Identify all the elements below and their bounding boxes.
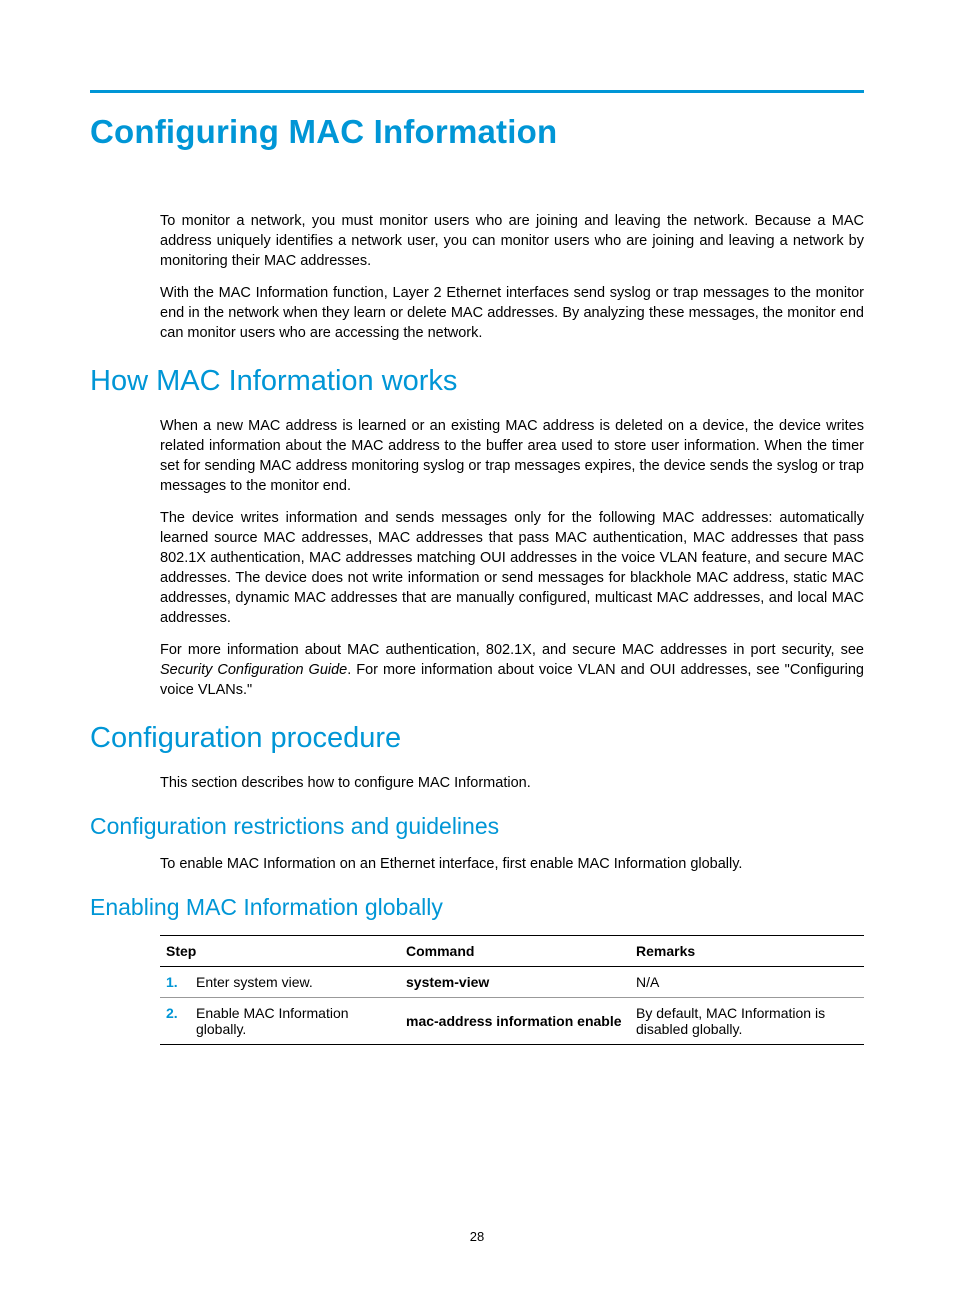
how-para-3a: For more information about MAC authentic… [160,642,864,658]
th-command: Command [400,936,630,967]
cell-command: mac-address information enable [400,998,630,1045]
table-row: 2. Enable MAC Information globally. mac-… [160,998,864,1045]
cell-step: 2. Enable MAC Information globally. [160,998,400,1045]
th-remarks: Remarks [630,936,864,967]
cell-step: 1. Enter system view. [160,967,400,998]
step-text: Enable MAC Information globally. [196,1005,394,1037]
th-step: Step [160,936,400,967]
page-title: Configuring MAC Information [90,113,864,151]
proc-para-1: This section describes how to configure … [160,773,864,793]
how-para-1: When a new MAC address is learned or an … [160,416,864,496]
table-row: 1. Enter system view. system-view N/A [160,967,864,998]
intro-para-1: To monitor a network, you must monitor u… [160,211,864,271]
top-rule [90,90,864,93]
page-number: 28 [0,1229,954,1244]
how-para-3-italic: Security Configuration Guide [160,662,347,678]
cell-remarks: By default, MAC Information is disabled … [630,998,864,1045]
steps-table: Step Command Remarks 1. Enter system vie… [160,935,864,1045]
cell-command: system-view [400,967,630,998]
section-configuration-procedure: Configuration procedure [90,722,864,755]
intro-para-2: With the MAC Information function, Layer… [160,283,864,343]
section-how-mac-info-works: How MAC Information works [90,365,864,398]
restrict-para-1: To enable MAC Information on an Ethernet… [160,854,864,874]
cell-remarks: N/A [630,967,864,998]
how-para-3: For more information about MAC authentic… [160,640,864,700]
step-number: 1. [166,974,186,990]
command-text: mac-address information enable [406,1013,622,1029]
subsection-enable-globally: Enabling MAC Information globally [90,894,864,921]
command-text: system-view [406,974,489,990]
step-text: Enter system view. [196,974,394,990]
how-para-2: The device writes information and sends … [160,508,864,628]
step-number: 2. [166,1005,186,1037]
table-header-row: Step Command Remarks [160,936,864,967]
subsection-restrictions: Configuration restrictions and guideline… [90,813,864,840]
